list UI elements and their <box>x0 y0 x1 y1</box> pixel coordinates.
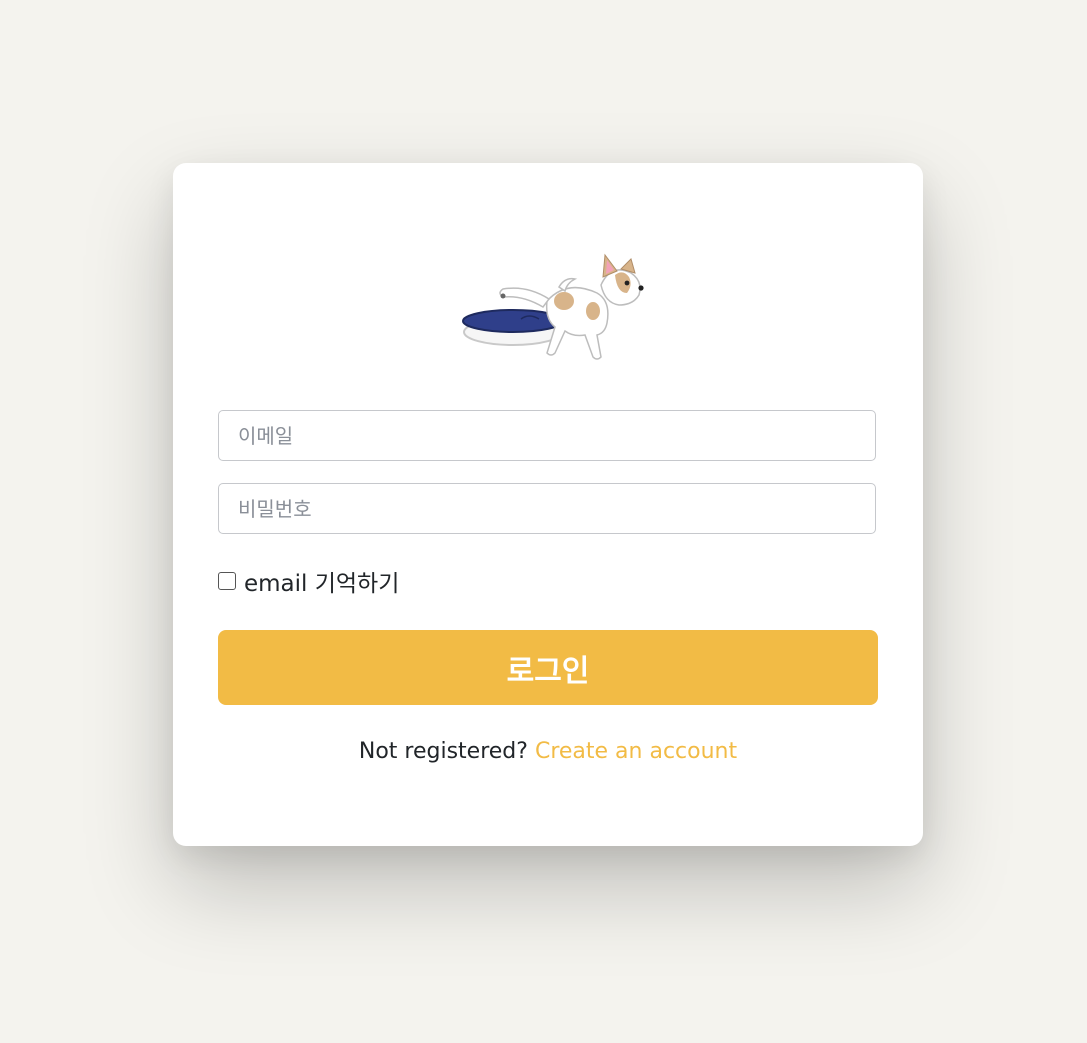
signup-prompt: Not registered? Create an account <box>173 739 923 764</box>
remember-email-row: email 기억하기 <box>218 563 399 599</box>
email-input[interactable] <box>218 410 876 461</box>
login-button[interactable]: 로그인 <box>218 630 878 705</box>
login-card: email 기억하기 로그인 Not registered? Create an… <box>173 163 923 846</box>
password-input[interactable] <box>218 483 876 534</box>
create-account-link[interactable]: Create an account <box>535 739 737 764</box>
signup-prompt-text: Not registered? <box>358 739 535 764</box>
remember-email-checkbox[interactable] <box>218 572 236 590</box>
dog-logo-icon <box>462 253 644 360</box>
remember-email-label[interactable]: email 기억하기 <box>244 564 399 598</box>
